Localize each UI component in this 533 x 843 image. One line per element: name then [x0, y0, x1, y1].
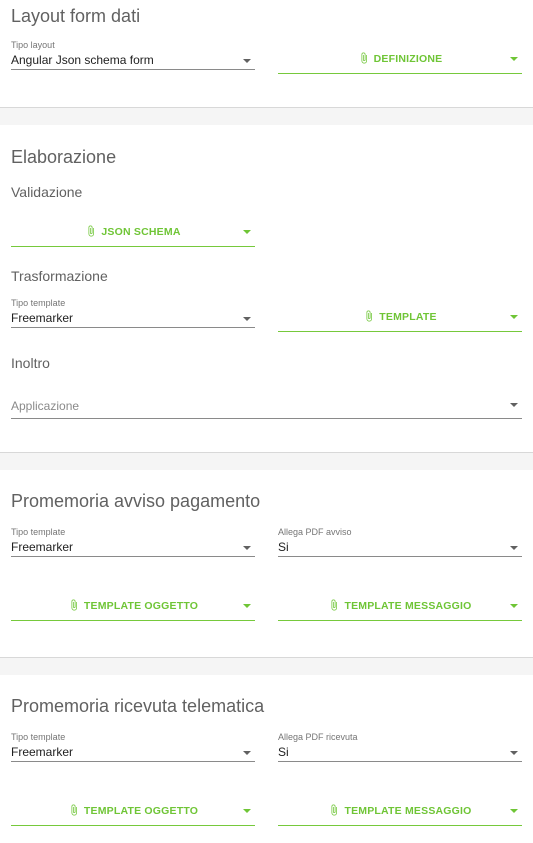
- dropdown-arrow-icon[interactable]: [510, 315, 518, 319]
- promemoria-ricevuta-section: Promemoria ricevuta telematica Tipo temp…: [0, 675, 533, 843]
- template-oggetto-label: TEMPLATE OGGETTO: [83, 600, 199, 612]
- section-separator: [0, 107, 533, 125]
- json-schema-button[interactable]: JSON SCHEMA: [11, 217, 255, 247]
- layout-form-title: Layout form dati: [11, 6, 141, 26]
- dropdown-arrow-icon: [243, 751, 251, 755]
- template-oggetto-label: TEMPLATE OGGETTO: [83, 805, 199, 817]
- dropdown-arrow-icon[interactable]: [510, 604, 518, 608]
- paperclip-icon: [361, 52, 367, 64]
- allega-pdf-avviso-select[interactable]: Allega PDF avviso Si: [278, 527, 522, 557]
- dropdown-arrow-icon[interactable]: [243, 809, 251, 813]
- paperclip-icon: [88, 225, 95, 237]
- tipo-template-value: Freemarker: [11, 540, 74, 554]
- definizione-button[interactable]: DEFINIZIONE: [278, 44, 522, 74]
- tipo-layout-label: Tipo layout: [11, 40, 55, 50]
- promemoria-ricevuta-title: Promemoria ricevuta telematica: [11, 696, 265, 716]
- trasformazione-title: Trasformazione: [11, 268, 108, 284]
- dropdown-arrow-icon[interactable]: [243, 230, 251, 234]
- dropdown-arrow-icon[interactable]: [510, 809, 518, 813]
- tipo-layout-value: Angular Json schema form: [11, 53, 154, 67]
- layout-form-section: Layout form dati Tipo layout Angular Jso…: [0, 0, 533, 107]
- paperclip-icon: [71, 804, 77, 816]
- tipo-layout-select[interactable]: Tipo layout Angular Json schema form: [11, 40, 255, 70]
- allega-pdf-avviso-value: Si: [278, 540, 289, 554]
- avviso-tipo-template-select[interactable]: Tipo template Freemarker: [11, 527, 255, 557]
- promemoria-avviso-section: Promemoria avviso pagamento Tipo templat…: [0, 470, 533, 657]
- dropdown-arrow-icon: [510, 546, 518, 550]
- paperclip-icon: [331, 599, 338, 611]
- allega-pdf-ricevuta-value: Si: [278, 745, 289, 759]
- dropdown-arrow-icon[interactable]: [510, 57, 518, 61]
- avviso-template-oggetto-button[interactable]: TEMPLATE OGGETTO: [11, 591, 255, 621]
- tipo-template-label: Tipo template: [11, 527, 66, 537]
- elaborazione-title: Elaborazione: [11, 147, 117, 167]
- paperclip-icon: [331, 804, 338, 816]
- json-schema-label: JSON SCHEMA: [101, 226, 181, 238]
- dropdown-arrow-icon[interactable]: [243, 604, 251, 608]
- tipo-template-value: Freemarker: [11, 311, 74, 325]
- tipo-template-label: Tipo template: [11, 298, 66, 308]
- inoltro-title: Inoltro: [11, 355, 50, 371]
- section-separator: [0, 657, 533, 675]
- promemoria-avviso-title: Promemoria avviso pagamento: [11, 491, 261, 511]
- applicazione-placeholder: Applicazione: [11, 399, 80, 413]
- paperclip-icon: [366, 310, 373, 322]
- paperclip-icon: [71, 599, 77, 611]
- ricevuta-template-messaggio-button[interactable]: TEMPLATE MESSAGGIO: [278, 796, 522, 826]
- allega-pdf-ricevuta-label: Allega PDF ricevuta: [278, 732, 358, 742]
- validazione-title: Validazione: [11, 184, 83, 200]
- template-button[interactable]: TEMPLATE: [278, 302, 522, 332]
- allega-pdf-avviso-label: Allega PDF avviso: [278, 527, 352, 537]
- applicazione-select[interactable]: Applicazione: [11, 389, 522, 419]
- definizione-label: DEFINIZIONE: [373, 53, 443, 65]
- dropdown-arrow-icon: [510, 403, 518, 407]
- dropdown-arrow-icon: [243, 59, 251, 63]
- tipo-template-label: Tipo template: [11, 732, 66, 742]
- elaborazione-section: Elaborazione Validazione JSON SCHEMA Tra…: [0, 125, 533, 452]
- template-messaggio-label: TEMPLATE MESSAGGIO: [344, 805, 472, 817]
- dropdown-arrow-icon: [243, 317, 251, 321]
- section-separator: [0, 452, 533, 470]
- tipo-template-value: Freemarker: [11, 745, 74, 759]
- ricevuta-template-oggetto-button[interactable]: TEMPLATE OGGETTO: [11, 796, 255, 826]
- allega-pdf-ricevuta-select[interactable]: Allega PDF ricevuta Si: [278, 732, 522, 762]
- dropdown-arrow-icon: [510, 751, 518, 755]
- ricevuta-tipo-template-select[interactable]: Tipo template Freemarker: [11, 732, 255, 762]
- avviso-template-messaggio-button[interactable]: TEMPLATE MESSAGGIO: [278, 591, 522, 621]
- trasformazione-tipo-template-select[interactable]: Tipo template Freemarker: [11, 298, 255, 328]
- template-label: TEMPLATE: [379, 311, 437, 323]
- template-messaggio-label: TEMPLATE MESSAGGIO: [344, 600, 472, 612]
- dropdown-arrow-icon: [243, 546, 251, 550]
